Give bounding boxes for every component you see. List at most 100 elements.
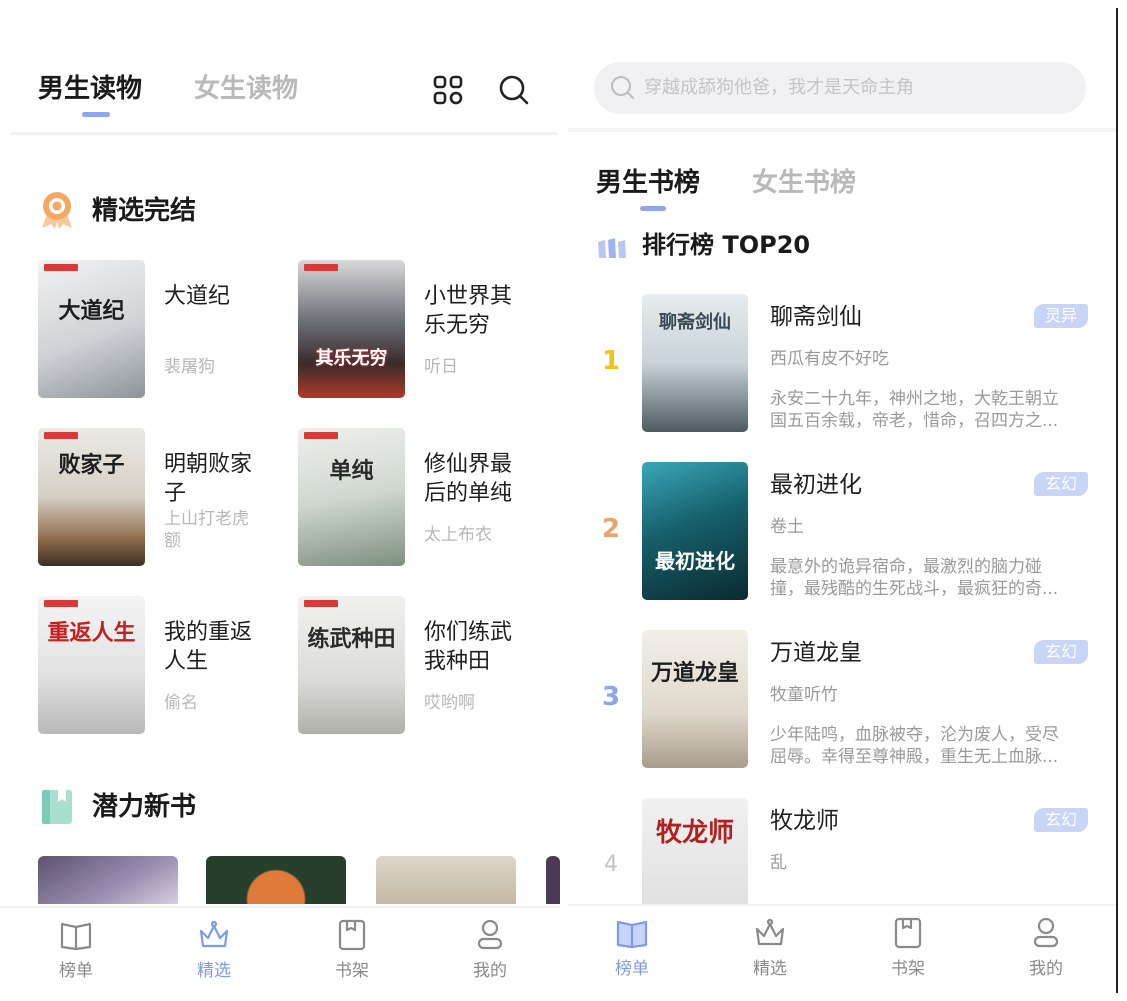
new-book-cover[interactable] — [38, 856, 178, 904]
nav-label: 我的 — [1029, 959, 1063, 979]
nav-label: 榜单 — [59, 961, 93, 981]
nav-item-profile[interactable]: 我的 — [450, 918, 530, 981]
tab-female-reads[interactable]: 女生读物 — [194, 72, 298, 106]
active-tab-indicator — [82, 112, 110, 117]
book-open-icon — [616, 920, 648, 949]
book-cover: 最初进化 — [642, 462, 748, 600]
rank-number: 1 — [601, 346, 621, 376]
book-author: 裴屠狗 — [164, 357, 215, 377]
cover-title: 牧龙师 — [655, 818, 734, 848]
book-title: 小世界其 乐无穷 — [424, 284, 513, 338]
book-author: 卷土 — [770, 517, 804, 537]
rank-number: 3 — [601, 682, 621, 712]
book-title: 我的重返 人生 — [164, 620, 253, 674]
search-icon[interactable] — [498, 74, 530, 106]
grid-icon[interactable] — [432, 74, 464, 106]
rank-list-item[interactable]: 2 最初进化 最初进化 玄幻 卷土 最意外的诡异宿命，最激烈的脑力碰 撞，最残酷… — [568, 462, 1116, 612]
bottom-nav: 榜单 精选 书架 我的 — [568, 904, 1116, 996]
tab-male-ranking[interactable]: 男生书榜 — [596, 166, 700, 200]
book-description: 最意外的诡异宿命，最激烈的脑力碰 撞，最残酷的生死战斗，最疯狂的奇... — [770, 557, 1059, 599]
search-placeholder: 穿越成舔狗他爸，我才是天命主角 — [644, 77, 914, 98]
nav-item-featured[interactable]: 精选 — [730, 916, 810, 979]
rank-list-item[interactable]: 1 聊斋剑仙 聊斋剑仙 灵异 西瓜有皮不好吃 永安二十九年，神州之地，大乾王朝立… — [568, 294, 1116, 444]
book-cover: 败家子 — [38, 428, 145, 566]
header-divider — [10, 132, 558, 135]
nav-item-bookshelf[interactable]: 书架 — [868, 916, 948, 979]
book-title: 聊斋剑仙 — [770, 304, 862, 330]
nav-label: 我的 — [473, 961, 507, 981]
book-card[interactable]: 其乐无穷 小世界其 乐无穷 听日 — [298, 260, 548, 400]
new-book-cover[interactable] — [546, 856, 560, 904]
new-book-cover[interactable] — [206, 856, 346, 904]
book-author: 太上布衣 — [424, 525, 492, 545]
rank-number: 4 — [604, 852, 618, 877]
cover-title: 重返人生 — [47, 620, 136, 646]
book-cover: 万道龙皇 — [642, 630, 748, 768]
nav-label: 精选 — [753, 959, 787, 979]
bottom-nav: 榜单 精选 书架 我的 — [0, 906, 560, 998]
tab-male-reads[interactable]: 男生读物 — [38, 72, 142, 106]
crown-icon — [755, 918, 785, 946]
nav-label: 书架 — [891, 959, 925, 979]
search-icon — [611, 76, 634, 99]
book-cover: 其乐无穷 — [298, 260, 405, 398]
rank-number: 2 — [601, 514, 621, 544]
ranking-screen: 穿越成舔狗他爸，我才是天命主角 男生书榜 女生书榜 排行榜 TOP20 1 聊斋… — [568, 0, 1116, 1001]
tab-female-ranking[interactable]: 女生书榜 — [752, 166, 856, 200]
cover-title: 万道龙皇 — [650, 660, 739, 686]
user-icon — [477, 919, 503, 950]
book-icon — [40, 788, 74, 826]
nav-item-featured[interactable]: 精选 — [174, 918, 254, 981]
book-cover: 大道纪 — [38, 260, 145, 398]
nav-item-ranking[interactable]: 榜单 — [592, 916, 672, 979]
book-title: 万道龙皇 — [770, 640, 862, 666]
nav-item-profile[interactable]: 我的 — [1006, 916, 1086, 979]
book-card[interactable]: 败家子 明朝败家 子 上山打老虎 额 — [38, 428, 288, 568]
nav-label: 精选 — [197, 961, 231, 981]
nav-item-ranking[interactable]: 榜单 — [36, 918, 116, 981]
user-icon — [1033, 917, 1059, 948]
book-title: 你们练武 我种田 — [424, 620, 513, 674]
nav-label: 书架 — [335, 961, 369, 981]
ranking-icon — [596, 236, 628, 260]
medal-icon — [38, 190, 76, 230]
cover-title: 大道纪 — [58, 298, 125, 324]
book-author: 西瓜有皮不好吃 — [770, 349, 889, 369]
book-author: 乱 — [770, 853, 787, 873]
book-description: 少年陆鸣，血脉被夺，沦为废人，受尽 屈辱。幸得至尊神殿，重生无上血脉... — [770, 725, 1059, 767]
book-author: 偷名 — [164, 693, 198, 713]
genre-tag: 玄幻 — [1034, 472, 1088, 496]
cover-title: 败家子 — [58, 452, 125, 478]
book-cover: 单纯 — [298, 428, 405, 566]
book-description: 永安二十九年，神州之地，大乾王朝立 国五百余载，帝老，惜命，召四方之... — [770, 389, 1059, 431]
book-title: 大道纪 — [164, 284, 231, 309]
genre-tag: 灵异 — [1034, 304, 1088, 328]
bookshelf-icon — [338, 919, 366, 951]
book-author: 上山打老虎 额 — [164, 509, 249, 551]
ranking-title: 排行榜 TOP20 — [642, 231, 811, 259]
book-card[interactable]: 单纯 修仙界最 后的单纯 太上布衣 — [298, 428, 548, 568]
book-title: 牧龙师 — [770, 808, 839, 834]
book-card[interactable]: 重返人生 我的重返 人生 偷名 — [38, 596, 288, 736]
book-card[interactable]: 练武种田 你们练武 我种田 哎哟啊 — [298, 596, 548, 736]
book-author: 听日 — [424, 357, 458, 377]
book-title: 最初进化 — [770, 472, 862, 498]
book-title: 修仙界最 后的单纯 — [424, 452, 513, 506]
cover-title: 最初进化 — [655, 549, 735, 573]
nav-item-bookshelf[interactable]: 书架 — [312, 918, 392, 981]
book-title: 明朝败家 子 — [164, 452, 253, 506]
book-author: 牧童听竹 — [770, 685, 838, 705]
bookshelf-icon — [894, 917, 922, 949]
book-author: 哎哟啊 — [424, 693, 475, 713]
genre-tag: 玄幻 — [1034, 640, 1088, 664]
search-bar[interactable]: 穿越成舔狗他爸，我才是天命主角 — [594, 62, 1086, 114]
genre-tag: 玄幻 — [1034, 808, 1088, 832]
rank-list-item[interactable]: 3 万道龙皇 万道龙皇 玄幻 牧童听竹 少年陆鸣，血脉被夺，沦为废人，受尽 屈辱… — [568, 630, 1116, 780]
featured-screen: 男生读物 女生读物 精选完结 大道纪 大道纪 裴屠狗 其乐无穷 小世界其 乐无穷… — [0, 0, 560, 1001]
book-cover: 重返人生 — [38, 596, 145, 734]
book-card[interactable]: 大道纪 大道纪 裴屠狗 — [38, 260, 288, 400]
nav-label: 榜单 — [615, 959, 649, 979]
new-book-cover[interactable] — [376, 856, 516, 904]
top-header: 男生读物 女生读物 — [0, 0, 560, 132]
screen-separator — [1116, 8, 1118, 993]
